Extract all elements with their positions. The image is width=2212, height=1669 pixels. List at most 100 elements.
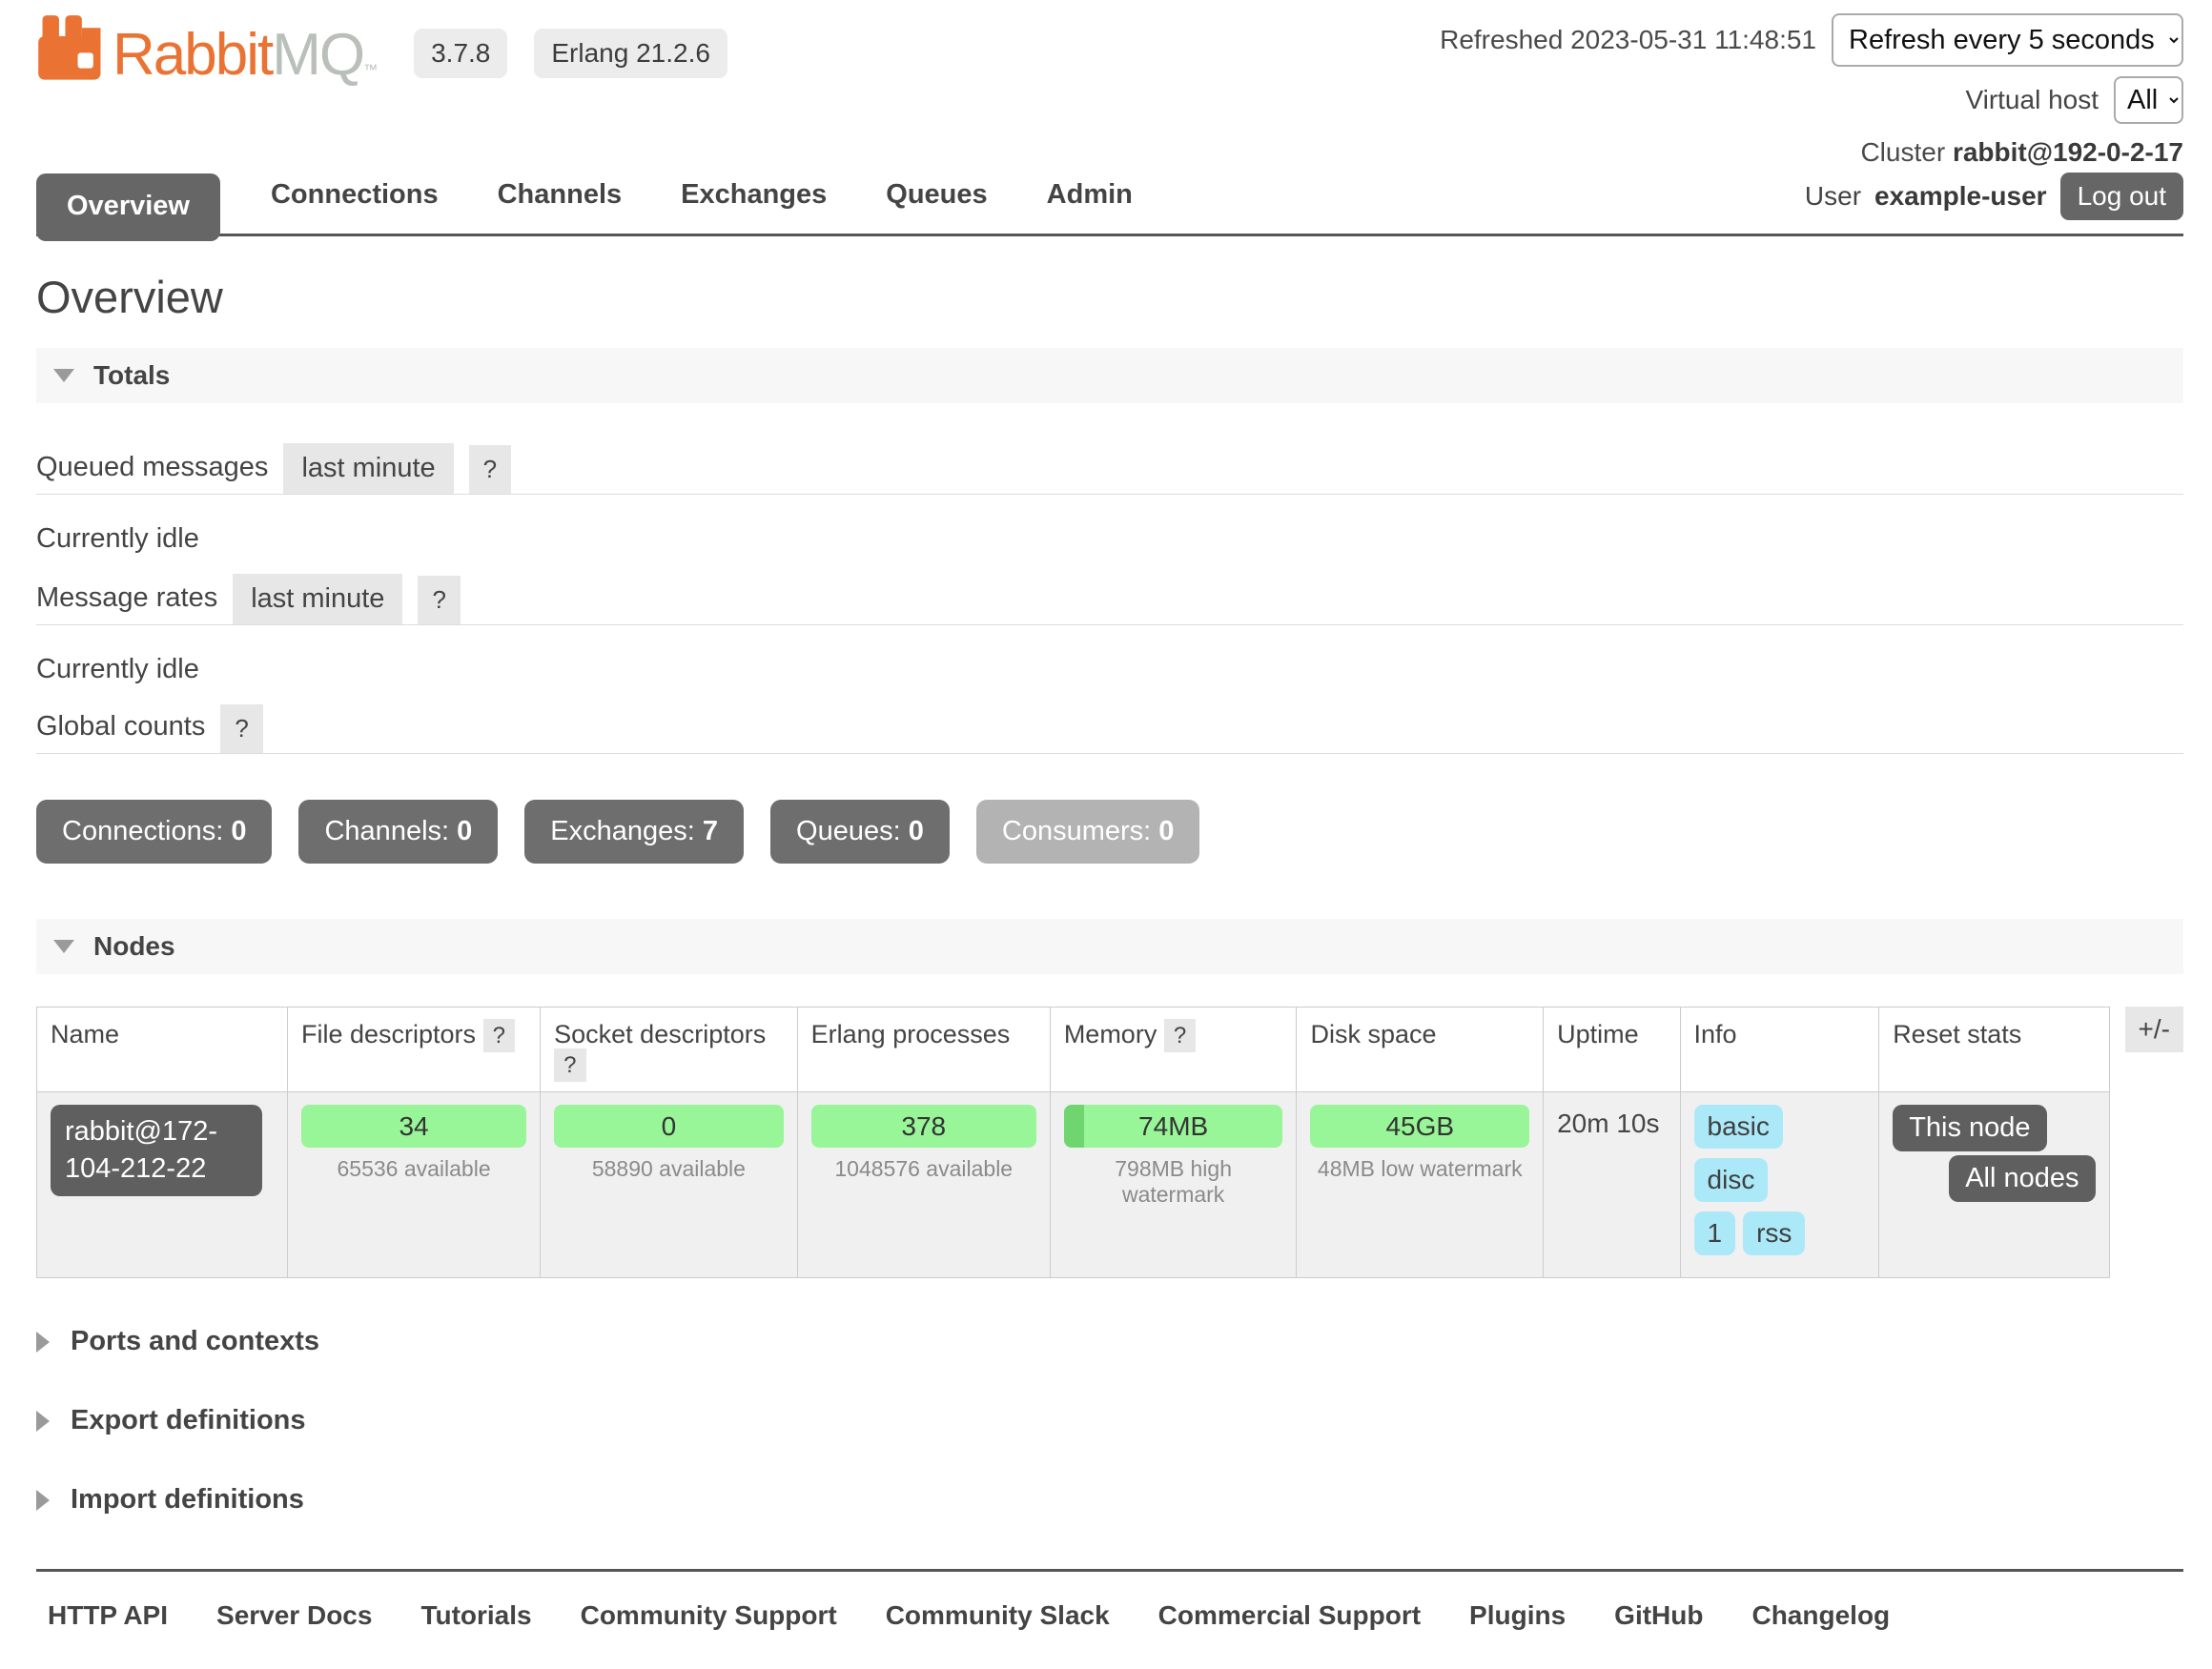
virtual-host-select[interactable]: All [2114,76,2183,124]
user-name: example-user [1874,181,2047,212]
nodes-section-header[interactable]: Nodes [36,919,2183,974]
footer-link-tutorials[interactable]: Tutorials [420,1600,531,1631]
reset-this-node-button[interactable]: This node [1893,1105,2046,1151]
footer-link-github[interactable]: GitHub [1614,1600,1703,1631]
node-name-button[interactable]: rabbit@172-104-212-22 [51,1105,262,1196]
memory-cell: 74MB 798MB high watermark [1050,1092,1297,1278]
refresh-interval-select[interactable]: Refresh every 5 seconds [1832,13,2183,67]
disk-space-detail: 48MB low watermark [1310,1156,1529,1182]
brand-text: RabbitMQ™ [113,28,378,84]
cluster-label: Cluster [1860,137,1945,167]
collapse-triangle-icon [53,369,74,382]
queued-messages-period-tab[interactable]: last minute [283,443,453,494]
consumers-count-value: 0 [1158,816,1174,846]
export-definitions-title: Export definitions [71,1405,306,1436]
import-definitions-title: Import definitions [71,1484,304,1516]
nav-tabs: Overview Connections Channels Exchanges … [36,173,2183,236]
socket-descriptors-detail: 58890 available [554,1156,784,1182]
disk-space-cell: 45GB 48MB low watermark [1297,1092,1544,1278]
nodes-table-header-row: Name File descriptors ? Socket descripto… [37,1008,2110,1092]
footer-link-server-docs[interactable]: Server Docs [216,1600,372,1631]
erlang-processes-detail: 1048576 available [811,1156,1036,1182]
queued-messages-help-icon[interactable]: ? [469,445,511,494]
col-socket-descriptors: Socket descriptors ? [541,1008,798,1092]
message-rates-period-tab[interactable]: last minute [233,574,402,624]
virtual-host-row: Virtual host All [1440,76,2183,124]
expand-triangle-icon [36,1411,50,1432]
tab-connections[interactable]: Connections [241,179,468,234]
exchanges-count-label: Exchanges: [550,816,695,846]
memory-help-icon[interactable]: ? [1164,1019,1196,1052]
reset-all-nodes-button[interactable]: All nodes [1949,1155,2095,1202]
tab-admin[interactable]: Admin [1017,179,1162,234]
socket-descriptors-help-icon[interactable]: ? [554,1048,585,1082]
global-counts-label: Global counts [36,711,205,753]
message-rates-heading: Message rates last minute ? [36,574,2183,625]
col-erlang-processes: Erlang processes [797,1008,1050,1092]
footer-link-changelog[interactable]: Changelog [1751,1600,1890,1631]
exchanges-count-value: 7 [703,816,718,846]
connections-count-button[interactable]: Connections: 0 [36,800,272,864]
memory-used-fill [1064,1105,1084,1148]
column-toggle-button[interactable]: +/- [2125,1007,2183,1052]
export-definitions-section-header[interactable]: Export definitions [36,1405,2183,1436]
socket-descriptors-cell: 0 58890 available [541,1092,798,1278]
memory-bar: 74MB [1064,1105,1283,1148]
message-rates-label: Message rates [36,582,217,624]
expand-triangle-icon [36,1332,50,1353]
header-left: RabbitMQ™ 3.7.8 Erlang 21.2.6 [36,13,727,84]
queues-count-button[interactable]: Queues: 0 [770,800,950,864]
disk-space-bar: 45GB [1310,1105,1529,1148]
footer-link-commercial-support[interactable]: Commercial Support [1158,1600,1421,1631]
import-definitions-section-header[interactable]: Import definitions [36,1484,2183,1516]
node-name-cell: rabbit@172-104-212-22 [37,1092,288,1278]
tab-overview[interactable]: Overview [36,173,220,241]
col-file-descriptors: File descriptors ? [287,1008,540,1092]
virtual-host-label: Virtual host [1965,85,2099,115]
header-right: Refreshed 2023-05-31 11:48:51 Refresh ev… [1440,13,2183,168]
refreshed-timestamp: Refreshed 2023-05-31 11:48:51 [1440,25,1816,55]
ports-and-contexts-section-header[interactable]: Ports and contexts [36,1326,2183,1357]
footer-link-community-support[interactable]: Community Support [581,1600,837,1631]
file-descriptors-help-icon[interactable]: ? [483,1019,515,1052]
info-cell: basic disc 1rss [1680,1092,1879,1278]
info-badge-disc: disc [1694,1158,1769,1202]
col-uptime: Uptime [1544,1008,1680,1092]
queued-messages-heading: Queued messages last minute ? [36,443,2183,495]
version-badges: 3.7.8 Erlang 21.2.6 [414,29,727,84]
footer-link-http-api[interactable]: HTTP API [48,1600,168,1631]
connections-count-label: Connections: [62,816,223,846]
rabbitmq-logo[interactable]: RabbitMQ™ [36,13,378,84]
brand-rabbit: Rabbit [113,22,272,88]
info-badge-rss: rss [1743,1211,1805,1255]
totals-section-header[interactable]: Totals [36,348,2183,403]
exchanges-count-button[interactable]: Exchanges: 7 [524,800,744,864]
channels-count-button[interactable]: Channels: 0 [298,800,498,864]
info-badge-1: 1 [1694,1211,1736,1255]
consumers-count-button[interactable]: Consumers: 0 [976,800,1200,864]
footer-link-community-slack[interactable]: Community Slack [886,1600,1110,1631]
queued-messages-status: Currently idle [36,523,2183,555]
erlang-processes-cell: 378 1048576 available [797,1092,1050,1278]
col-name: Name [37,1008,288,1092]
user-area: User example-user Log out [1805,173,2183,220]
tab-exchanges[interactable]: Exchanges [651,179,856,234]
tab-queues[interactable]: Queues [856,179,1016,234]
logout-button[interactable]: Log out [2060,173,2183,220]
trademark-symbol: ™ [363,62,378,78]
col-memory: Memory ? [1050,1008,1297,1092]
tab-channels[interactable]: Channels [468,179,652,234]
file-descriptors-bar: 34 [301,1105,526,1148]
info-badge-basic: basic [1694,1105,1783,1149]
refresh-row: Refreshed 2023-05-31 11:48:51 Refresh ev… [1440,13,2183,67]
global-counts-help-icon[interactable]: ? [220,704,262,753]
page-title: Overview [36,271,2183,323]
footer-link-plugins[interactable]: Plugins [1469,1600,1566,1631]
socket-descriptors-bar: 0 [554,1105,784,1148]
message-rates-status: Currently idle [36,654,2183,685]
rabbitmq-management-page: RabbitMQ™ 3.7.8 Erlang 21.2.6 Refreshed … [0,0,2212,1669]
file-descriptors-detail: 65536 available [301,1156,526,1182]
expand-triangle-icon [36,1490,50,1511]
uptime-cell: 20m 10s [1544,1092,1680,1278]
message-rates-help-icon[interactable]: ? [418,576,460,624]
